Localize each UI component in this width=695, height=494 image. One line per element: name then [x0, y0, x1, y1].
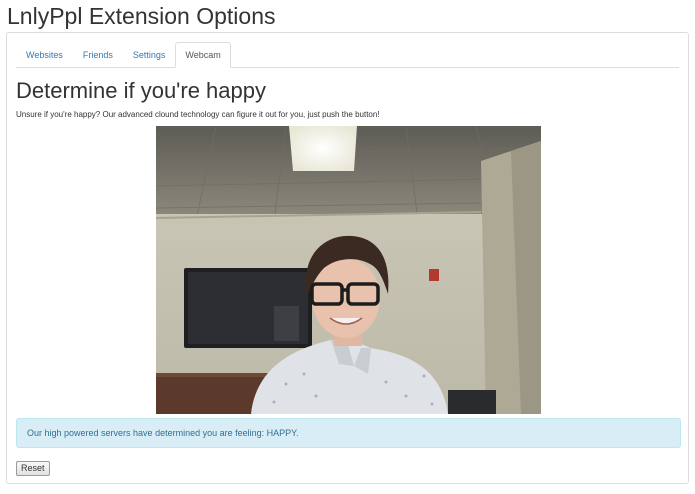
tab-webcam[interactable]: Webcam — [175, 42, 231, 68]
section-description: Unsure if you're happy? Our advanced clo… — [16, 110, 380, 119]
page-title: LnlyPpl Extension Options — [7, 3, 276, 29]
result-alert: Our high powered servers have determined… — [16, 418, 681, 448]
options-panel: Websites Friends Settings Webcam Determi… — [6, 32, 689, 484]
tab-websites[interactable]: Websites — [16, 42, 73, 67]
tab-friends[interactable]: Friends — [73, 42, 123, 67]
tab-bar: Websites Friends Settings Webcam — [16, 42, 679, 68]
tab-settings[interactable]: Settings — [123, 42, 176, 67]
webcam-image — [156, 126, 541, 414]
reset-button[interactable]: Reset — [16, 461, 50, 476]
webcam-snapshot — [156, 126, 541, 414]
section-heading: Determine if you're happy — [16, 78, 266, 103]
